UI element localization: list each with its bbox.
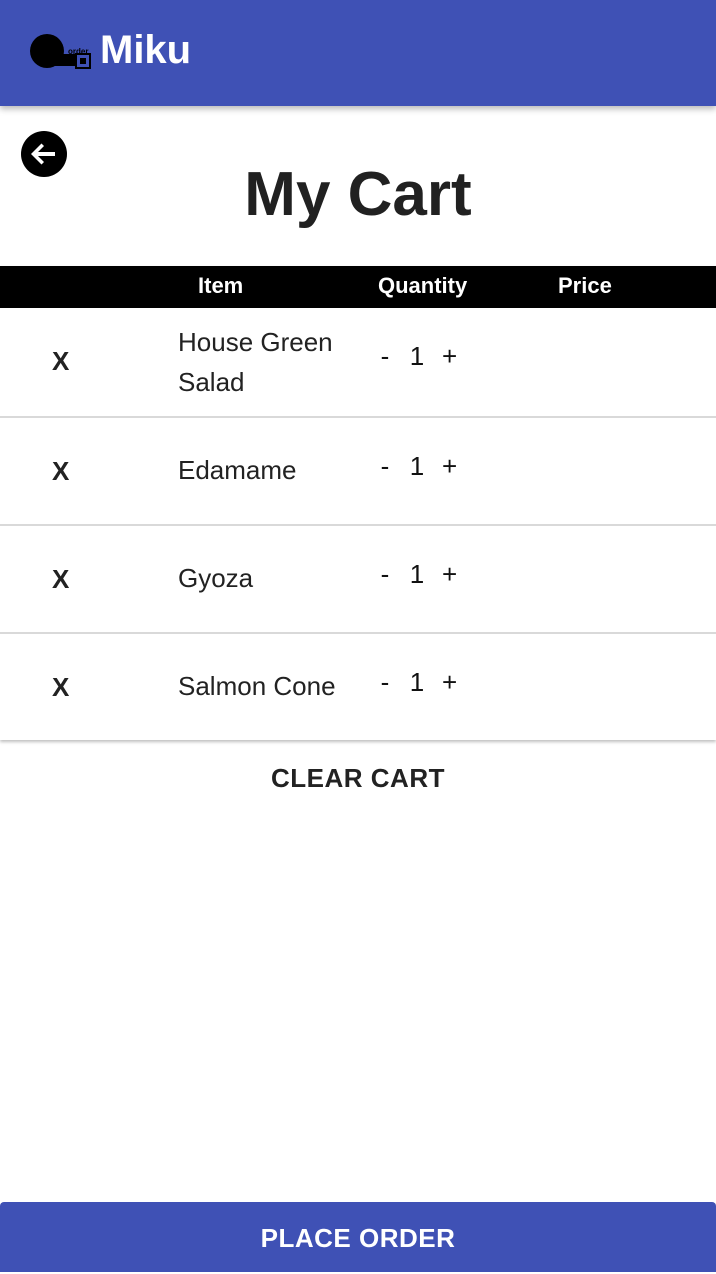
decrease-quantity-button[interactable]: - bbox=[378, 667, 392, 697]
cart-row: X Salmon Cone - 1 + bbox=[0, 632, 716, 740]
header-item: Item bbox=[198, 273, 244, 298]
quantity-value: 1 bbox=[409, 341, 425, 371]
qr-order-logo-icon: order bbox=[30, 32, 92, 70]
quantity-stepper: - 1 + bbox=[378, 340, 458, 372]
increase-quantity-button[interactable]: + bbox=[442, 667, 457, 697]
clear-cart-button[interactable]: CLEAR CART bbox=[0, 760, 716, 796]
item-name: Salmon Cone bbox=[178, 671, 336, 701]
app-bar: order Miku bbox=[0, 0, 716, 106]
quantity-stepper: - 1 + bbox=[378, 666, 458, 698]
quantity-value: 1 bbox=[409, 451, 425, 481]
decrease-quantity-button[interactable]: - bbox=[378, 559, 392, 589]
quantity-value: 1 bbox=[409, 667, 425, 697]
item-name: Edamame bbox=[178, 455, 297, 485]
page-title: My Cart bbox=[244, 160, 472, 229]
increase-quantity-button[interactable]: + bbox=[442, 559, 457, 589]
place-order-button[interactable]: PLACE ORDER bbox=[0, 1202, 716, 1272]
cart-table: Item Quantity Price X House Green Salad … bbox=[0, 266, 716, 740]
quantity-stepper: - 1 + bbox=[378, 558, 458, 590]
remove-item-button[interactable]: X bbox=[52, 346, 69, 376]
table-body: X House Green Salad - 1 + X Edamame - 1 … bbox=[0, 308, 716, 740]
header-quantity: Quantity bbox=[378, 273, 468, 298]
cart-row: X Edamame - 1 + bbox=[0, 416, 716, 524]
increase-quantity-button[interactable]: + bbox=[442, 341, 457, 371]
decrease-quantity-button[interactable]: - bbox=[378, 341, 392, 371]
quantity-value: 1 bbox=[409, 559, 425, 589]
remove-item-button[interactable]: X bbox=[52, 564, 69, 594]
cart-row: X Gyoza - 1 + bbox=[0, 524, 716, 632]
header-price: Price bbox=[558, 273, 612, 298]
brand-title[interactable]: Miku bbox=[100, 26, 191, 74]
quantity-stepper: - 1 + bbox=[378, 450, 458, 482]
item-name: House Green Salad bbox=[178, 327, 333, 397]
table-header: Item Quantity Price bbox=[0, 266, 716, 308]
remove-item-button[interactable]: X bbox=[52, 672, 69, 702]
item-name: Gyoza bbox=[178, 563, 254, 593]
increase-quantity-button[interactable]: + bbox=[442, 451, 457, 481]
cart-row: X House Green Salad - 1 + bbox=[0, 308, 716, 416]
remove-item-button[interactable]: X bbox=[52, 456, 69, 486]
decrease-quantity-button[interactable]: - bbox=[378, 451, 392, 481]
